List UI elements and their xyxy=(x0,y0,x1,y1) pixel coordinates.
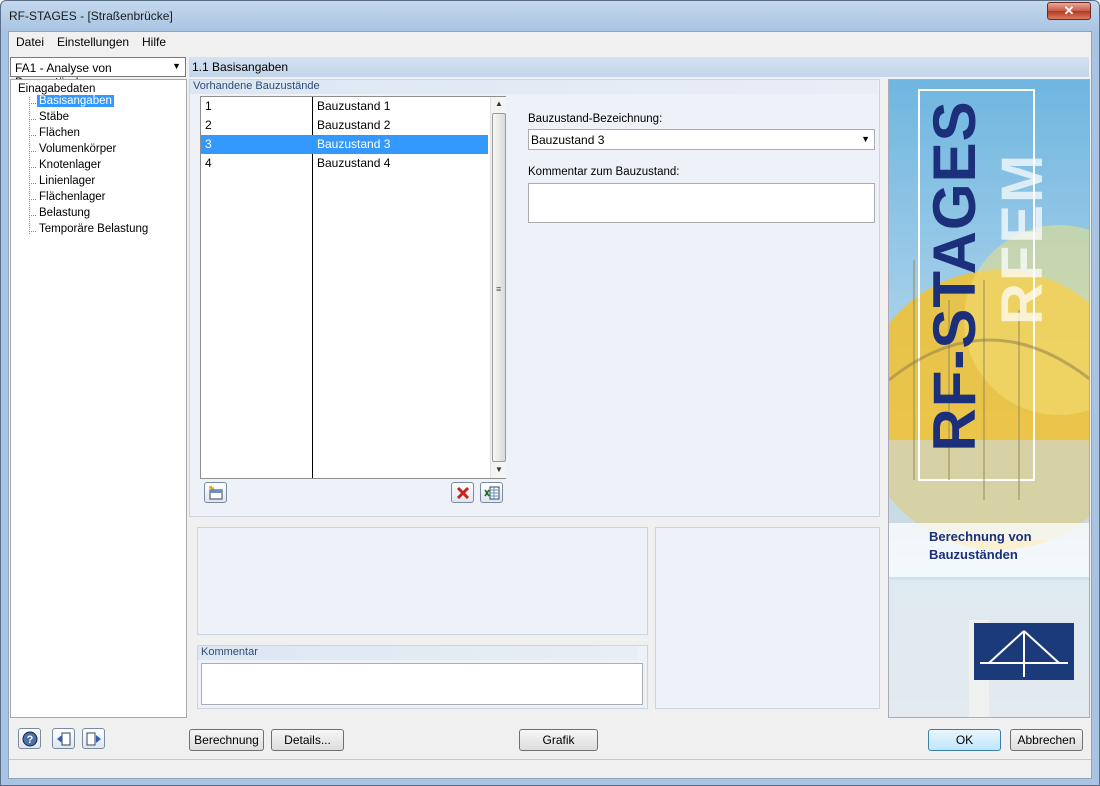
tree-item-label: Flächen xyxy=(39,127,80,139)
tree-item-belastung[interactable]: Belastung xyxy=(29,207,92,223)
stages-list[interactable]: 1 Bauzustand 1 2 Bauzustand 2 3 Bauzustand … xyxy=(200,96,506,479)
tree-item-flaechen[interactable]: Flächen xyxy=(29,127,82,143)
menu-bar: Datei Einstellungen Hilfe xyxy=(9,32,1091,52)
stage-number: 2 xyxy=(205,118,212,132)
tree-item-label: Flächenlager xyxy=(39,191,106,203)
tree-item-temporaere-belastung[interactable]: Temporäre Belastung xyxy=(29,223,150,239)
stage-name: Bauzustand 2 xyxy=(317,118,391,132)
tree-item-basisangaben[interactable]: Basisangaben xyxy=(29,95,114,111)
tree-item-flaechenlager[interactable]: Flächenlager xyxy=(29,191,107,207)
next-button[interactable] xyxy=(82,728,105,749)
tree-item-label: Stäbe xyxy=(39,111,70,123)
comment-field[interactable] xyxy=(201,663,643,705)
new-stage-icon xyxy=(209,485,223,500)
scroll-down-icon[interactable]: ▼ xyxy=(495,465,503,474)
product-graphic: RFEM RF-STAGES Berechnung von Bauzuständ… xyxy=(888,79,1090,718)
caption-line1: Berechnung von xyxy=(929,529,1032,544)
comment-panel: Kommentar xyxy=(197,645,648,709)
tree-item-staebe[interactable]: Stäbe xyxy=(29,111,71,127)
delete-icon xyxy=(456,486,470,500)
ok-button[interactable]: OK xyxy=(928,729,1001,751)
stage-number: 1 xyxy=(205,99,212,113)
list-item[interactable]: 1 Bauzustand 1 xyxy=(201,97,488,116)
menu-hilfe[interactable]: Hilfe xyxy=(142,35,166,49)
calculation-button[interactable]: Berechnung xyxy=(189,729,264,751)
chevron-down-icon[interactable]: ▼ xyxy=(172,61,181,71)
tree-item-label: Belastung xyxy=(39,207,91,219)
tree-item-label: Knotenlager xyxy=(39,159,102,171)
stage-comment-field[interactable] xyxy=(528,183,875,223)
stage-number: 4 xyxy=(205,156,212,170)
caption-box: Berechnung von Bauzuständen xyxy=(889,523,1089,577)
stage-name-label: Bauzustand-Bezeichnung: xyxy=(528,113,663,125)
stages-panel: Vorhandene Bauzustände 1 Bauzustand 1 2 Ba… xyxy=(189,79,880,517)
navigator-tree: Einagabedaten Basisangaben Stäbe Flächen… xyxy=(10,79,187,718)
svg-text:?: ? xyxy=(27,734,34,746)
close-button[interactable]: ✕ xyxy=(1047,2,1091,20)
product-name: RF-STAGES xyxy=(921,100,988,452)
section-title: 1.1 Basisangaben xyxy=(189,57,1089,77)
graphic-button[interactable]: Grafik xyxy=(519,729,598,751)
list-item[interactable]: 4 Bauzustand 4 xyxy=(201,154,488,173)
previous-icon xyxy=(57,732,71,746)
stage-name: Bauzustand 3 xyxy=(317,137,391,151)
previous-button[interactable] xyxy=(52,728,75,749)
tree-item-linienlager[interactable]: Linienlager xyxy=(29,175,97,191)
cancel-button[interactable]: Abbrechen xyxy=(1010,729,1083,751)
list-item[interactable]: 2 Bauzustand 2 xyxy=(201,116,488,135)
tree-item-label: Volumenkörper xyxy=(39,143,117,155)
menu-datei[interactable]: Datei xyxy=(16,35,44,49)
title-bar[interactable]: RF-STAGES - [Straßenbrücke] ✕ xyxy=(1,1,1099,31)
scroll-thumb[interactable]: ≡ xyxy=(492,113,506,462)
scroll-up-icon[interactable]: ▲ xyxy=(495,99,503,108)
rfem-brand: RFEM xyxy=(990,152,1055,325)
stage-comment-label: Kommentar zum Bauzustand: xyxy=(528,166,680,178)
caption-line2: Bauzuständen xyxy=(929,547,1018,562)
stages-group-title: Vorhandene Bauzustände xyxy=(190,80,878,94)
next-icon xyxy=(86,732,101,746)
stage-name-select[interactable]: Bauzustand 3 ▼ xyxy=(528,129,875,150)
stage-name: Bauzustand 4 xyxy=(317,156,391,170)
case-select[interactable]: FA1 - Analyse von Bauzustände ▼ xyxy=(10,57,186,89)
stage-name: Bauzustand 1 xyxy=(317,99,391,113)
client-area: Datei Einstellungen Hilfe FA1 - Analyse … xyxy=(8,31,1092,779)
new-stage-button[interactable] xyxy=(204,482,227,503)
tree-item-label: Basisangaben xyxy=(37,95,114,107)
delete-stage-button[interactable] xyxy=(451,482,474,503)
tree-item-volumenkoerper[interactable]: Volumenkörper xyxy=(29,143,118,159)
rf-logo xyxy=(974,623,1074,680)
menu-einstellungen[interactable]: Einstellungen xyxy=(57,35,129,49)
window-title: RF-STAGES - [Straßenbrücke] xyxy=(9,9,173,23)
list-scrollbar[interactable]: ▲ ≡ ▼ xyxy=(490,97,506,478)
comment-title: Kommentar xyxy=(198,646,638,660)
tree-item-knotenlager[interactable]: Knotenlager xyxy=(29,159,103,175)
grip-icon: ≡ xyxy=(496,284,502,294)
help-icon: ? xyxy=(22,731,38,747)
tree-root[interactable]: Einagabedaten xyxy=(18,83,95,95)
chevron-down-icon[interactable]: ▼ xyxy=(861,134,870,144)
stage-name-value: Bauzustand 3 xyxy=(531,133,605,147)
stage-number: 3 xyxy=(205,137,212,151)
status-bar xyxy=(9,759,1091,778)
info-panel-right xyxy=(655,527,880,709)
tree-item-label: Temporäre Belastung xyxy=(39,223,149,235)
export-button[interactable] xyxy=(480,482,503,503)
help-button[interactable]: ? xyxy=(18,728,41,749)
details-button[interactable]: Details... xyxy=(271,729,344,751)
export-excel-icon xyxy=(484,486,500,500)
list-item-selected[interactable]: 3 Bauzustand 3 xyxy=(201,135,488,154)
main-window: RF-STAGES - [Straßenbrücke] ✕ Datei Eins… xyxy=(0,0,1100,786)
tree-item-label: Linienlager xyxy=(39,175,96,187)
info-panel xyxy=(197,527,648,635)
